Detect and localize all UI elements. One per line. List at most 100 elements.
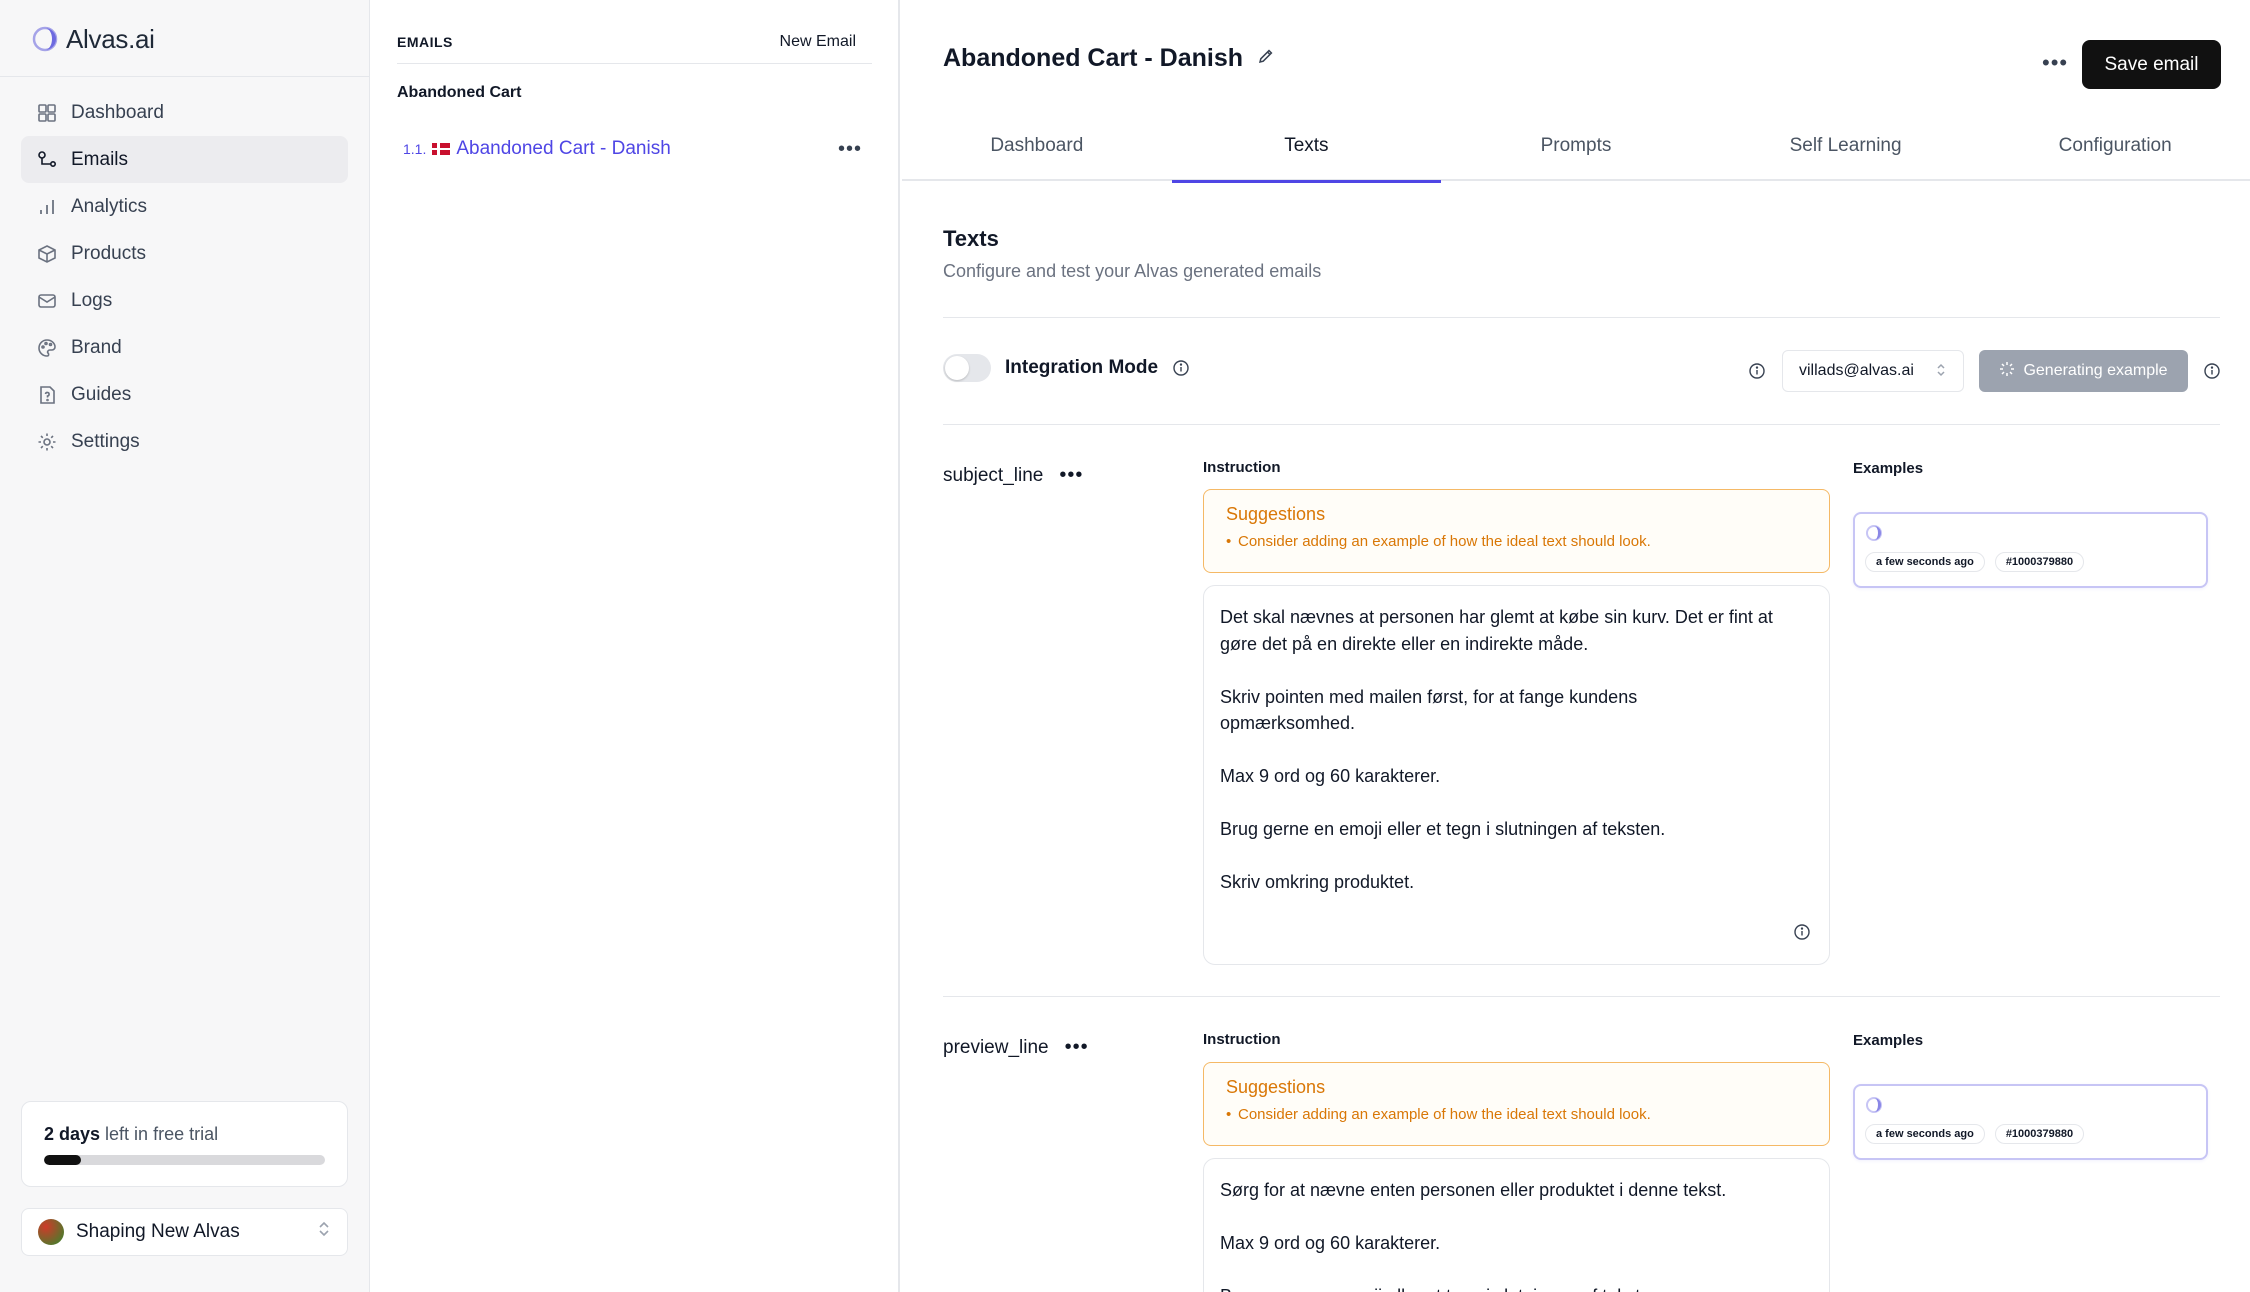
emails-header: EMAILS New Email — [397, 20, 872, 64]
sidebar-item-label: Settings — [71, 430, 140, 452]
chevron-up-down-icon — [1935, 362, 1947, 381]
instruction-line — [1220, 737, 1813, 764]
example-id-tag: #1000379880 — [1994, 552, 2085, 572]
app-logo[interactable]: Alvas.ai — [32, 22, 155, 56]
sidebar-nav: Dashboard Emails Analytics Products Logs — [21, 89, 348, 465]
instruction-line: Max 9 ord og 60 karakterer. — [1220, 766, 1441, 786]
examples-label: Examples — [1853, 460, 1924, 477]
section-subtitle: Configure and test your Alvas generated … — [943, 261, 1322, 281]
instruction-line — [1220, 1257, 1813, 1284]
tabs: Dashboard Texts Prompts Self Learning Co… — [902, 110, 2250, 183]
user-select[interactable]: villads@alvas.ai — [1782, 350, 1964, 392]
tab-prompts[interactable]: Prompts — [1441, 110, 1711, 181]
example-time-tag: a few seconds ago — [1865, 552, 1985, 572]
example-time-tag: a few seconds ago — [1865, 1124, 1985, 1144]
instruction-textarea[interactable]: Det skal nævnes at personen har glemt at… — [1203, 585, 1830, 965]
info-icon[interactable] — [1793, 922, 1811, 949]
dk-flag-icon — [432, 143, 451, 155]
trial-rest: left in free trial — [100, 1124, 219, 1144]
example-tags: a few seconds ago #1000379880 — [1865, 552, 2196, 572]
emails-panel: EMAILS New Email Abandoned Cart 1.1. Aba… — [370, 0, 900, 1292]
example-card[interactable]: a few seconds ago #1000379880 — [1853, 512, 2208, 588]
emails-heading: EMAILS — [397, 33, 453, 50]
workspace-name: Shaping New Alvas — [76, 1221, 240, 1242]
instruction-line: gøre det på en direkte eller en indirekt… — [1220, 633, 1589, 654]
sidebar-item-guides[interactable]: Guides — [21, 371, 348, 418]
sidebar-item-emails[interactable]: Emails — [21, 136, 348, 183]
sidebar-item-settings[interactable]: Settings — [21, 418, 348, 465]
instruction-line: Sørg for at nævne enten personen eller p… — [1220, 1180, 1727, 1200]
instruction-textarea[interactable]: Sørg for at nævne enten personen eller p… — [1203, 1158, 1830, 1292]
main-content: Abandoned Cart - Danish ••• Save email D… — [902, 0, 2250, 1292]
suggestions-box: Suggestions Consider adding an example o… — [1203, 1062, 1830, 1146]
example-card[interactable]: a few seconds ago #1000379880 — [1853, 1084, 2208, 1160]
tab-self-learning[interactable]: Self Learning — [1711, 110, 1981, 181]
tab-dashboard[interactable]: Dashboard — [902, 110, 1172, 181]
sidebar-item-analytics[interactable]: Analytics — [21, 183, 348, 230]
sidebar-item-brand[interactable]: Brand — [21, 324, 348, 371]
dashboard-icon — [37, 103, 57, 123]
email-group-title: Abandoned Cart — [397, 84, 522, 101]
integration-mode-row: Integration Mode — [943, 354, 1190, 382]
section-title: Texts — [943, 226, 999, 251]
instruction-label: Instruction — [1203, 1031, 1281, 1048]
logs-icon — [37, 291, 57, 311]
sidebar-item-label: Dashboard — [71, 101, 164, 123]
instruction-line — [1220, 657, 1813, 684]
loading-spinner-icon — [1999, 361, 2015, 382]
info-icon[interactable] — [1748, 362, 1766, 380]
instruction-line: Max 9 ord og 60 karakterer. — [1220, 1233, 1441, 1253]
loading-spinner-icon — [1865, 1096, 1883, 1114]
suggestions-title: Suggestions — [1226, 1077, 1326, 1097]
loading-spinner-icon — [1865, 524, 1883, 542]
gear-icon — [37, 432, 57, 452]
field-name-label: preview_line — [943, 1036, 1049, 1058]
trial-progress-fill — [44, 1155, 81, 1165]
sidebar-item-label: Analytics — [71, 195, 148, 217]
user-select-value: villads@alvas.ai — [1799, 362, 1914, 379]
save-email-button[interactable]: Save email — [2082, 40, 2221, 89]
app-name: Alvas.ai — [66, 23, 155, 54]
more-options-icon[interactable]: ••• — [1065, 1036, 1089, 1059]
sidebar-item-products[interactable]: Products — [21, 230, 348, 277]
edit-pencil-icon[interactable] — [1257, 47, 1275, 70]
field-name-label: subject_line — [943, 464, 1044, 486]
sidebar: Alvas.ai Dashboard Emails Analytics Prod… — [0, 0, 370, 1292]
generate-example-button[interactable]: Generating example — [1979, 350, 2188, 392]
page-title: Abandoned Cart - Danish — [943, 44, 1244, 72]
instruction-line: Brug gerne en emoji eller et tegn i slut… — [1220, 819, 1666, 839]
workspace-switcher[interactable]: Shaping New Alvas — [21, 1208, 348, 1256]
trial-progress-bar — [44, 1155, 325, 1165]
sidebar-item-logs[interactable]: Logs — [21, 277, 348, 324]
workspace-avatar — [38, 1219, 64, 1245]
example-id-tag: #1000379880 — [1994, 1124, 2085, 1144]
sidebar-item-dashboard[interactable]: Dashboard — [21, 89, 348, 136]
integration-mode-toggle[interactable] — [943, 354, 991, 382]
instruction-line — [1220, 1204, 1813, 1231]
analytics-icon — [37, 197, 57, 217]
instruction-line: opmærksomhed. — [1220, 713, 1356, 733]
more-options-icon[interactable]: ••• — [2042, 50, 2068, 76]
instruction-line — [1220, 843, 1813, 870]
tab-texts[interactable]: Texts — [1171, 110, 1442, 183]
alvas-logo-icon — [32, 26, 58, 52]
info-icon[interactable] — [1172, 359, 1190, 377]
generate-example-label: Generating example — [2023, 362, 2168, 379]
divider — [943, 317, 2220, 318]
more-options-icon[interactable]: ••• — [838, 138, 872, 161]
sidebar-item-label: Guides — [71, 383, 132, 405]
suggestion-item: Consider adding an example of how the id… — [1226, 533, 1807, 550]
new-email-button[interactable]: New Email — [780, 33, 872, 51]
guides-icon — [37, 385, 57, 405]
more-options-icon[interactable]: ••• — [1059, 464, 1083, 487]
sidebar-divider — [0, 76, 369, 77]
suggestion-item: Consider adding an example of how the id… — [1226, 1106, 1807, 1123]
instruction-line: Det skal nævnes at personen har glemt at… — [1220, 607, 1773, 627]
info-icon[interactable] — [2203, 362, 2221, 380]
tab-configuration[interactable]: Configuration — [1980, 110, 2250, 181]
instruction-line: Brug gerne en emoji eller et tegn i slut… — [1220, 1283, 1813, 1292]
trial-text: 2 days left in free trial — [44, 1124, 325, 1145]
sidebar-item-label: Brand — [71, 336, 122, 358]
email-list-item[interactable]: 1.1. Abandoned Cart - Danish ••• — [403, 133, 872, 165]
trial-card[interactable]: 2 days left in free trial — [21, 1101, 348, 1187]
